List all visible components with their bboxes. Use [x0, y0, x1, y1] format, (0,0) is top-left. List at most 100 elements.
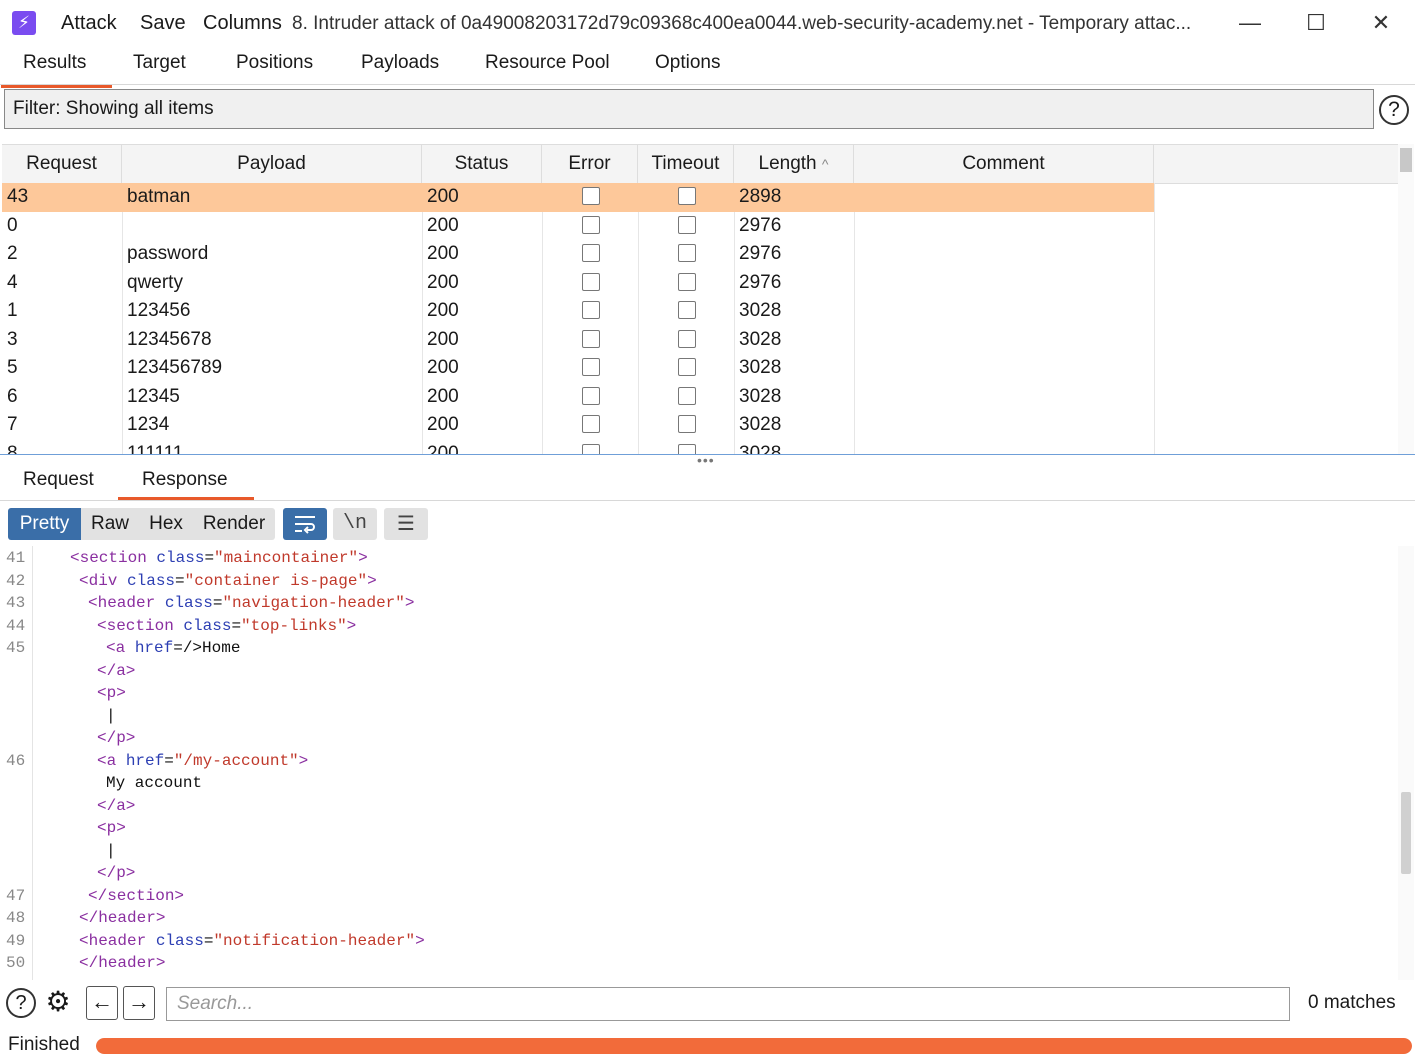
timeout-checkbox[interactable]	[678, 358, 696, 376]
cell-length: 2976	[739, 243, 782, 264]
code-text: |	[106, 705, 116, 728]
code-text: </a>	[97, 660, 135, 683]
splitter-handle-icon[interactable]: •••	[697, 452, 715, 468]
code-text: |	[106, 840, 116, 863]
code-token: =	[204, 549, 215, 567]
code-text: <p>	[97, 817, 126, 840]
code-line: <p>	[0, 682, 1398, 705]
column-header-request[interactable]: Request	[2, 145, 122, 183]
tab-options[interactable]: Options	[655, 52, 720, 80]
hex-button[interactable]: Hex	[139, 508, 193, 540]
table-scrollbar[interactable]	[1398, 144, 1414, 454]
column-header-length[interactable]: Length ^	[734, 145, 854, 183]
timeout-checkbox[interactable]	[678, 415, 696, 433]
error-checkbox[interactable]	[582, 215, 600, 234]
help-icon[interactable]: ?	[6, 988, 36, 1018]
cell-status: 200	[427, 357, 459, 378]
timeout-checkbox[interactable]	[678, 244, 696, 262]
error-checkbox[interactable]	[582, 415, 600, 433]
cell-length: 3028	[739, 442, 782, 456]
timeout-checkbox[interactable]	[678, 187, 696, 205]
tab-positions[interactable]: Positions	[236, 52, 313, 80]
table-row[interactable]: 2 password 200 2976	[2, 240, 1398, 269]
code-scrollbar-thumb[interactable]	[1401, 792, 1411, 874]
timeout-checkbox[interactable]	[678, 301, 696, 319]
settings-gear-icon[interactable]: ⚙	[43, 988, 73, 1018]
error-checkbox[interactable]	[582, 272, 600, 291]
tab-results[interactable]: Results	[0, 52, 113, 88]
tab-request[interactable]: Request	[23, 469, 94, 491]
menu-save[interactable]: Save	[140, 12, 186, 35]
next-match-button[interactable]: →	[123, 986, 155, 1020]
cell-payload: batman	[127, 186, 191, 207]
code-token: >	[298, 751, 309, 770]
code-line: </p>	[0, 862, 1398, 885]
error-checkbox[interactable]	[582, 358, 600, 376]
code-token: </header>	[79, 909, 166, 927]
error-checkbox[interactable]	[582, 187, 600, 205]
line-number: 41	[6, 549, 26, 567]
tab-target[interactable]: Target	[133, 52, 186, 80]
error-checkbox[interactable]	[582, 329, 600, 348]
error-checkbox[interactable]	[582, 301, 600, 319]
cell-length: 3028	[739, 300, 782, 321]
cell-request: 3	[7, 328, 18, 350]
previous-match-button[interactable]: ←	[86, 986, 118, 1020]
minimize-button[interactable]: —	[1230, 8, 1270, 38]
column-header-status[interactable]: Status	[422, 145, 542, 183]
tab-payloads[interactable]: Payloads	[361, 52, 439, 80]
cell-payload: qwerty	[127, 271, 183, 293]
table-row[interactable]: 0 200 2976	[2, 212, 1398, 241]
raw-button[interactable]: Raw	[81, 508, 139, 540]
timeout-checkbox[interactable]	[678, 272, 696, 291]
render-button[interactable]: Render	[193, 508, 275, 540]
error-checkbox[interactable]	[582, 244, 600, 262]
pretty-button[interactable]: Pretty	[8, 508, 81, 540]
table-row[interactable]: 4 qwerty 200 2976	[2, 269, 1398, 298]
menu-columns[interactable]: Columns	[203, 12, 282, 35]
code-token: <a	[97, 751, 126, 770]
table-header: Request Payload Status Error Timeout Len…	[2, 145, 1398, 184]
table-row[interactable]: 5 123456789 200 3028	[2, 354, 1398, 383]
timeout-checkbox[interactable]	[678, 215, 696, 234]
code-text: <a href=/>Home	[106, 637, 240, 660]
table-row[interactable]: 1 123456 200 3028	[2, 297, 1398, 326]
tab-resource-pool[interactable]: Resource Pool	[485, 52, 610, 80]
search-input[interactable]	[166, 987, 1290, 1021]
table-row[interactable]: 6 12345 200 3028	[2, 383, 1398, 412]
table-row[interactable]: 3 12345678 200 3028	[2, 326, 1398, 355]
maximize-button[interactable]: ☐	[1296, 8, 1336, 38]
newline-toggle-icon[interactable]: \n	[333, 508, 377, 540]
code-line: |	[0, 705, 1398, 728]
response-code-viewer[interactable]: 41 <section class="maincontainer"> 42 <div …	[0, 546, 1398, 980]
column-header-payload[interactable]: Payload	[122, 145, 422, 183]
code-line: 50 </header>	[0, 952, 1398, 975]
code-scrollbar[interactable]	[1398, 546, 1414, 980]
code-line: 43 <header class="navigation-header">	[0, 592, 1398, 615]
column-header-timeout[interactable]: Timeout	[638, 145, 734, 183]
cell-length: 2976	[739, 271, 782, 293]
filter-bar[interactable]: Filter: Showing all items	[4, 89, 1374, 129]
table-row[interactable]: 7 1234 200 3028	[2, 411, 1398, 440]
table-row[interactable]: 43 batman 200 2898	[2, 183, 1398, 212]
code-token: class	[183, 616, 232, 635]
error-checkbox[interactable]	[582, 386, 600, 405]
code-token: </p>	[97, 864, 136, 882]
close-button[interactable]: ✕	[1361, 8, 1401, 38]
cell-request: 2	[7, 243, 18, 264]
menu-lines-icon[interactable]: ☰	[384, 508, 428, 540]
table-scrollbar-thumb[interactable]	[1400, 148, 1412, 172]
code-line: 45 <a href=/>Home	[0, 637, 1398, 660]
tab-response[interactable]: Response	[118, 469, 253, 500]
cell-payload: 12345	[127, 385, 180, 407]
column-header-comment[interactable]: Comment	[854, 145, 1154, 183]
menu-attack[interactable]: Attack	[61, 12, 117, 35]
column-header-error[interactable]: Error	[542, 145, 638, 183]
help-icon[interactable]: ?	[1379, 95, 1409, 125]
timeout-checkbox[interactable]	[678, 329, 696, 348]
code-line: 44 <section class="top-links">	[0, 615, 1398, 638]
word-wrap-icon[interactable]	[283, 508, 327, 540]
timeout-checkbox[interactable]	[678, 386, 696, 405]
sort-ascending-icon: ^	[821, 156, 829, 172]
code-token: </header>	[79, 954, 166, 972]
